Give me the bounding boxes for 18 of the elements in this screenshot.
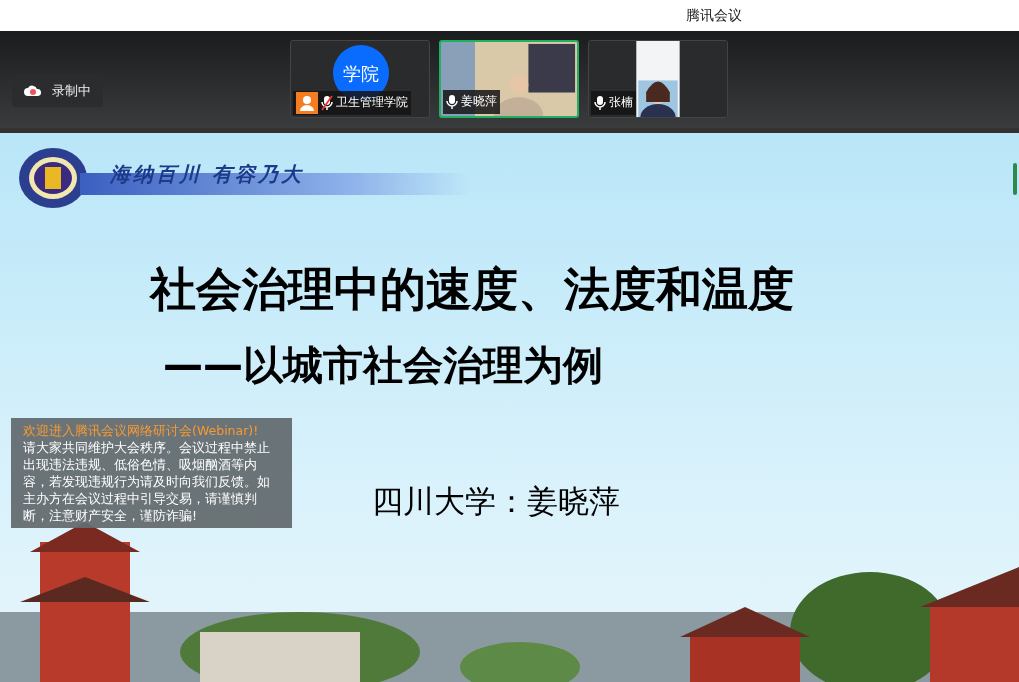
participant-tile[interactable]: 姜晓萍 — [439, 40, 579, 118]
university-logo — [18, 147, 88, 209]
microphone-icon — [594, 94, 606, 111]
slide-title: 社会治理中的速度、法度和温度 — [150, 261, 794, 318]
participant-tile[interactable]: 张楠 — [588, 40, 728, 118]
name-label: 卫生管理学院 — [293, 91, 411, 115]
name-label: 姜晓萍 — [443, 90, 500, 114]
microphone-icon — [446, 93, 458, 110]
participant-tile[interactable]: 学院 卫生管理学院 — [290, 40, 430, 118]
scrollbar[interactable] — [1013, 163, 1017, 195]
presenter-text: 四川大学：姜晓萍 — [372, 482, 620, 521]
notice-title: 欢迎进入腾讯会议网络研讨会(Webinar)! — [23, 422, 260, 439]
cloud-icon — [24, 85, 42, 97]
muted-mic-icon — [321, 94, 333, 111]
slide-subtitle: ——以城市社会治理为例 — [163, 341, 603, 390]
notice-text: 请大家共同维护大会秩序。会议过程中禁止出现违法违规、低俗色情、吸烟酗酒等内容，若发现违规行为请及时向我们反馈。如主办方在会议过程中引导交易，请谨慎判断，注意财产安全，谨防诈骗! — [23, 439, 271, 524]
window-title: 腾讯会议 — [686, 7, 742, 23]
name-label: 张楠 — [591, 91, 636, 115]
